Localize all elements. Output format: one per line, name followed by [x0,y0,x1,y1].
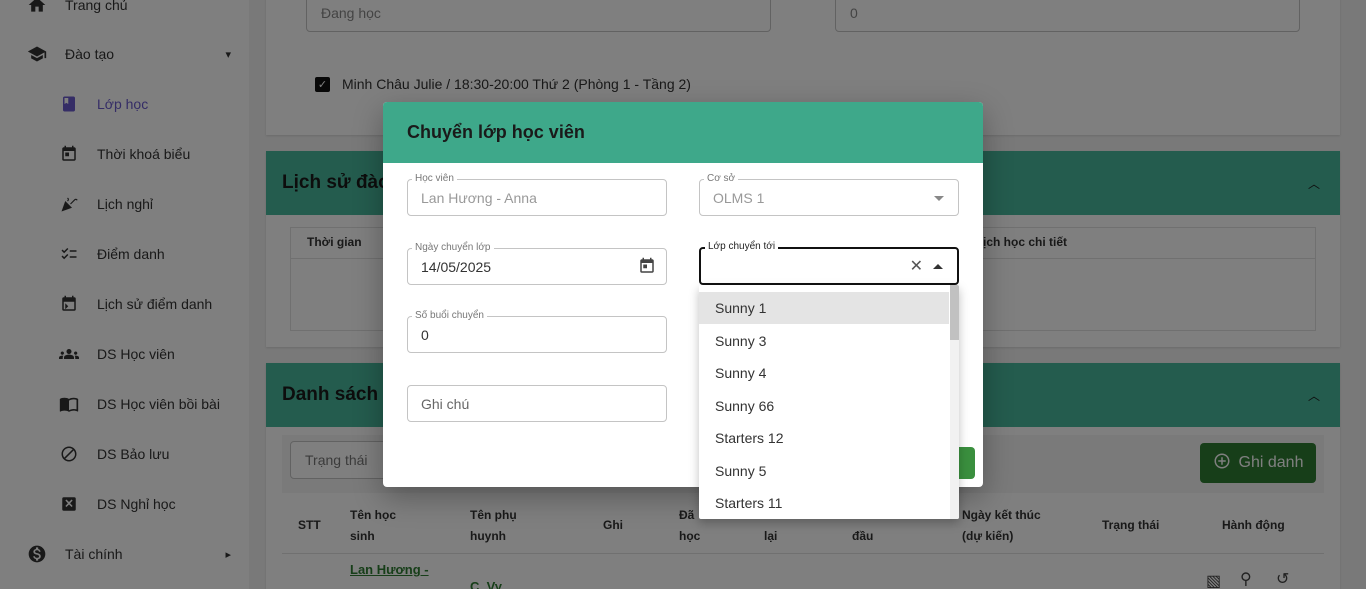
note-placeholder: Ghi chú [421,396,470,412]
target-class-label: Lớp chuyển tới [705,241,779,253]
option-item[interactable]: Starters 11 [699,487,949,519]
option-item[interactable]: Sunny 5 [699,455,949,487]
clear-icon[interactable]: ✕ [910,256,923,276]
sessions-field-value: 0 [421,327,429,343]
option-item[interactable]: Sunny 66 [699,390,949,422]
student-field: Học viên Lan Hương - Anna [407,173,667,216]
option-item[interactable]: Sunny 3 [699,325,949,357]
branch-select: Cơ sở OLMS 1 [699,173,959,216]
calendar-icon[interactable] [638,257,656,278]
student-field-label: Học viên [412,173,457,185]
student-field-value: Lan Hương - Anna [421,190,537,206]
dialog-title: Chuyển lớp học viên [407,122,585,142]
target-class-listbox: Sunny 1 Sunny 3 Sunny 4 Sunny 66 Starter… [699,285,959,519]
sessions-field-label: Số buổi chuyển [412,310,487,322]
scrollbar-thumb[interactable] [950,285,959,340]
transfer-date-field[interactable]: Ngày chuyển lớp 14/05/2025 [407,242,667,285]
note-field[interactable]: Ghi chú [407,385,667,422]
dropdown-arrow-icon [934,196,944,201]
dropdown-arrow-up-icon[interactable] [933,264,943,269]
branch-field-label: Cơ sở [704,173,739,185]
date-field-value: 14/05/2025 [421,259,492,275]
dialog-header: Chuyển lớp học viên [383,102,983,163]
date-field-label: Ngày chuyển lớp [412,242,494,254]
option-item[interactable]: Sunny 1 [699,292,949,324]
option-item[interactable]: Starters 12 [699,422,949,454]
branch-field-value: OLMS 1 [713,190,765,206]
sessions-field[interactable]: Số buổi chuyển 0 [407,310,667,353]
listbox-scrollbar[interactable] [950,285,959,519]
option-item[interactable]: Sunny 4 [699,357,949,389]
target-class-select[interactable]: Lớp chuyển tới ✕ [699,241,959,285]
